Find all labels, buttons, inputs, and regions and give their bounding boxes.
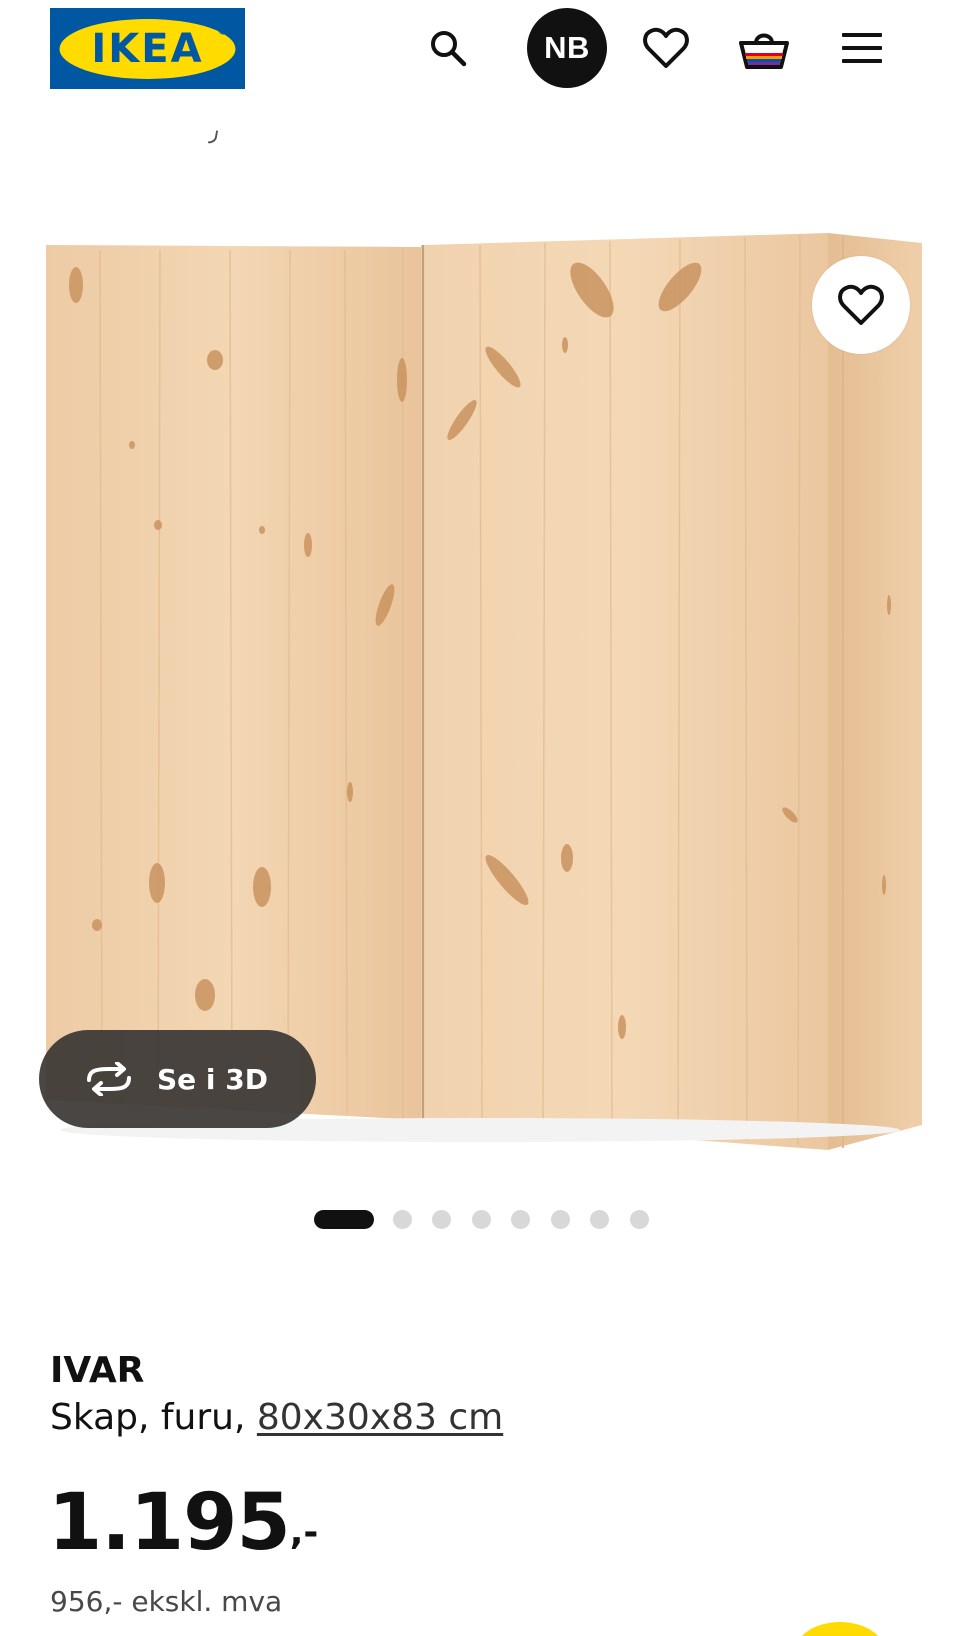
add-to-favourites-button[interactable] (812, 256, 910, 354)
product-price: 1.195 ,- (48, 1478, 318, 1568)
search-button[interactable] (412, 12, 484, 84)
product-name: IVAR (50, 1350, 145, 1391)
product-image[interactable] (0, 195, 960, 1170)
favourites-button[interactable] (630, 12, 702, 84)
product-description: Skap, furu, 80x30x83 cm (50, 1397, 503, 1438)
site-header: IKEA NB (0, 0, 960, 100)
product-page: IKEA NB Se i 3D IVAR Skap, furu, 80x30x8… (0, 0, 960, 1636)
carousel-dot[interactable] (393, 1210, 412, 1229)
view-in-3d-label: Se i 3D (157, 1062, 268, 1096)
search-icon (431, 31, 467, 67)
cart-button[interactable] (728, 12, 800, 84)
logo-text: IKEA (91, 26, 203, 72)
carousel-dot[interactable] (472, 1210, 491, 1229)
menu-button[interactable] (826, 12, 898, 84)
heart-icon (643, 27, 689, 68)
carousel-dot-active[interactable] (314, 1210, 374, 1229)
menu-icon (842, 33, 882, 63)
price-excluding-vat: 956,- ekskl. mva (50, 1585, 283, 1618)
carousel-dot[interactable] (551, 1210, 570, 1229)
product-type: Skap, furu, (50, 1397, 246, 1438)
carousel-dot[interactable] (511, 1210, 530, 1229)
image-carousel-indicator (0, 1207, 960, 1231)
carousel-dot[interactable] (432, 1210, 451, 1229)
carousel-dot[interactable] (630, 1210, 649, 1229)
basket-icon (739, 33, 789, 69)
language-button[interactable]: NB (527, 8, 607, 88)
floating-action-button[interactable] (795, 1622, 885, 1636)
price-suffix: ,- (289, 1512, 319, 1553)
view-in-3d-button[interactable]: Se i 3D (39, 1030, 316, 1128)
heart-icon (838, 284, 884, 325)
rotate-3d-icon (87, 1062, 131, 1096)
carousel-dot[interactable] (590, 1210, 609, 1229)
ikea-logo[interactable]: IKEA (50, 8, 245, 89)
product-measurement-link[interactable]: 80x30x83 cm (257, 1397, 503, 1438)
cabinet-right-door (425, 233, 828, 1150)
scrolled-text-fragment (207, 129, 219, 145)
price-main: 1.195 (48, 1478, 291, 1568)
